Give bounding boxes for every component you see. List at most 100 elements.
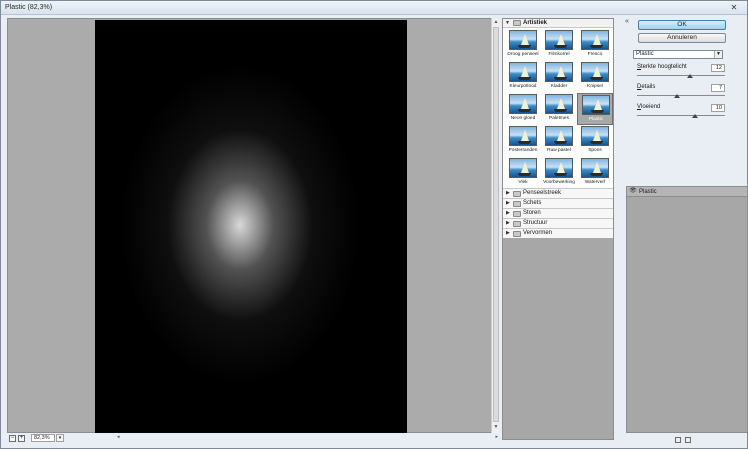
new-layer-icon[interactable] xyxy=(675,437,681,443)
vertical-scroll-thumb[interactable] xyxy=(493,27,499,422)
parameter-label-rest: terkte hoogtelicht xyxy=(641,64,687,70)
preview-vertical-scrollbar[interactable]: ▲ ▼ xyxy=(491,18,499,433)
filter-thumb-label: Kleurpotlood xyxy=(509,84,537,89)
filter-thumb[interactable]: Waterverf xyxy=(577,157,613,189)
filter-thumb-label: Paletmes xyxy=(549,116,569,121)
zoom-out-icon[interactable]: − xyxy=(9,435,16,442)
filter-thumb[interactable]: Ruw pastel xyxy=(541,125,577,157)
close-icon[interactable]: ✕ xyxy=(725,2,743,13)
filter-thumb[interactable]: Spons xyxy=(577,125,613,157)
filter-thumb[interactable]: Voorbewerking xyxy=(541,157,577,189)
parameter-label: Vloeiend xyxy=(637,104,660,110)
filter-thumb-label: Knipsel xyxy=(587,84,603,89)
filter-thumb[interactable]: Vlek xyxy=(505,157,541,189)
filter-preview-image xyxy=(509,94,537,114)
collapse-gallery-icon[interactable]: « xyxy=(625,18,629,25)
scroll-down-icon[interactable]: ▼ xyxy=(493,424,499,431)
filter-thumb-label: Droog penseel xyxy=(507,52,539,57)
filter-preview-image xyxy=(582,95,610,115)
filter-thumb[interactable]: Filmkorrel xyxy=(541,29,577,61)
category-row[interactable]: ▶ Schets xyxy=(503,198,613,208)
slider-track[interactable] xyxy=(637,75,725,76)
filter-thumb[interactable]: Kleurpotlood xyxy=(505,61,541,93)
scroll-right-icon[interactable]: ▸ xyxy=(495,434,498,440)
preview-canvas[interactable] xyxy=(95,20,407,433)
sailboat-hull xyxy=(518,141,531,144)
filter-thumb-label: Plastic xyxy=(588,117,604,122)
sailboat-sail xyxy=(594,99,602,110)
parameter-label-rest: etails xyxy=(641,84,656,90)
parameter-label: Details xyxy=(637,84,655,90)
zoom-menu-icon[interactable]: ▾ xyxy=(56,434,64,442)
filter-thumb[interactable]: Plastic xyxy=(577,93,613,125)
parameter-slider-group: Sterkte hoogtelicht 12 xyxy=(637,64,725,84)
sailboat-hull xyxy=(590,77,603,80)
filter-preview-image xyxy=(545,94,573,114)
filter-preview-image xyxy=(509,158,537,178)
parameter-value-field[interactable]: 7 xyxy=(711,84,725,92)
cancel-button[interactable]: Annuleren xyxy=(638,33,726,43)
effect-layer-row[interactable]: 👁 Plastic xyxy=(627,187,747,197)
scroll-left-icon[interactable]: ◂ xyxy=(117,434,120,440)
category-row[interactable]: ▶ Penseelstreek xyxy=(503,188,613,198)
zoom-field[interactable]: 82,3% xyxy=(31,434,55,442)
effect-layers-panel: 👁 Plastic xyxy=(626,186,748,433)
parameter-label-rest: loeiend xyxy=(641,104,661,110)
folder-icon xyxy=(513,231,521,237)
filter-thumb[interactable]: Paletmes xyxy=(541,93,577,125)
eye-icon[interactable]: 👁 xyxy=(629,188,637,195)
filter-thumb-label: Waterverf xyxy=(584,180,606,185)
filter-thumb-label: Neon gloed xyxy=(510,116,536,121)
title-bar: Plastic (82,3%) ✕ xyxy=(1,1,747,15)
collapsed-triangle-icon: ▶ xyxy=(506,210,510,216)
sailboat-hull xyxy=(554,141,567,144)
category-artistiek[interactable]: ▼ Artistiek xyxy=(503,19,613,28)
slider-knob[interactable] xyxy=(692,114,699,118)
filter-thumb[interactable]: Neon gloed xyxy=(505,93,541,125)
folder-icon xyxy=(513,211,521,217)
sailboat-hull xyxy=(554,109,567,112)
parameter-value-field[interactable]: 10 xyxy=(711,104,725,112)
effect-layer-label: Plastic xyxy=(639,189,657,195)
category-label: Schets xyxy=(523,200,542,206)
expanded-triangle-icon: ▼ xyxy=(505,20,510,26)
filter-select[interactable]: Plastic ▼ xyxy=(633,50,723,59)
category-label: Artistiek xyxy=(523,20,548,26)
slider-knob[interactable] xyxy=(674,94,681,98)
folder-icon xyxy=(513,201,521,207)
preview-horizontal-scrollbar[interactable]: ◂ ▸ xyxy=(117,434,498,442)
sailboat-sail xyxy=(521,130,529,141)
sailboat-sail xyxy=(557,162,565,173)
filter-thumb-label: Kladder xyxy=(550,84,568,89)
sailboat-sail xyxy=(521,98,529,109)
sailboat-sail xyxy=(521,34,529,45)
chevron-down-icon[interactable]: ▼ xyxy=(714,51,722,58)
category-row[interactable]: ▶ Storen xyxy=(503,208,613,218)
category-row[interactable]: ▶ Vervormen xyxy=(503,228,613,238)
filter-thumb[interactable]: Knipsel xyxy=(577,61,613,93)
parameter-value-field[interactable]: 12 xyxy=(711,64,725,72)
preview-area[interactable] xyxy=(7,18,498,433)
filter-thumb[interactable]: Fresco xyxy=(577,29,613,61)
sailboat-hull xyxy=(590,45,603,48)
slider-track[interactable] xyxy=(637,95,725,96)
folder-icon xyxy=(513,191,521,197)
category-row[interactable]: ▶ Structuur xyxy=(503,218,613,228)
zoom-in-icon[interactable]: + xyxy=(18,435,25,442)
sailboat-sail xyxy=(593,162,601,173)
scroll-up-icon[interactable]: ▲ xyxy=(493,19,499,26)
slider-knob[interactable] xyxy=(686,74,693,78)
sailboat-sail xyxy=(593,66,601,77)
ok-button[interactable]: OK xyxy=(638,20,726,30)
sailboat-hull xyxy=(518,109,531,112)
trash-icon[interactable] xyxy=(685,437,691,443)
sailboat-sail xyxy=(557,66,565,77)
category-label: Penseelstreek xyxy=(523,190,562,196)
filter-thumb[interactable]: Posterranden xyxy=(505,125,541,157)
slider-track[interactable] xyxy=(637,115,725,116)
filter-thumb[interactable]: Kladder xyxy=(541,61,577,93)
sailboat-hull xyxy=(518,45,531,48)
category-label: Structuur xyxy=(523,220,548,226)
filter-thumb[interactable]: Droog penseel xyxy=(505,29,541,61)
filter-preview-image xyxy=(545,30,573,50)
